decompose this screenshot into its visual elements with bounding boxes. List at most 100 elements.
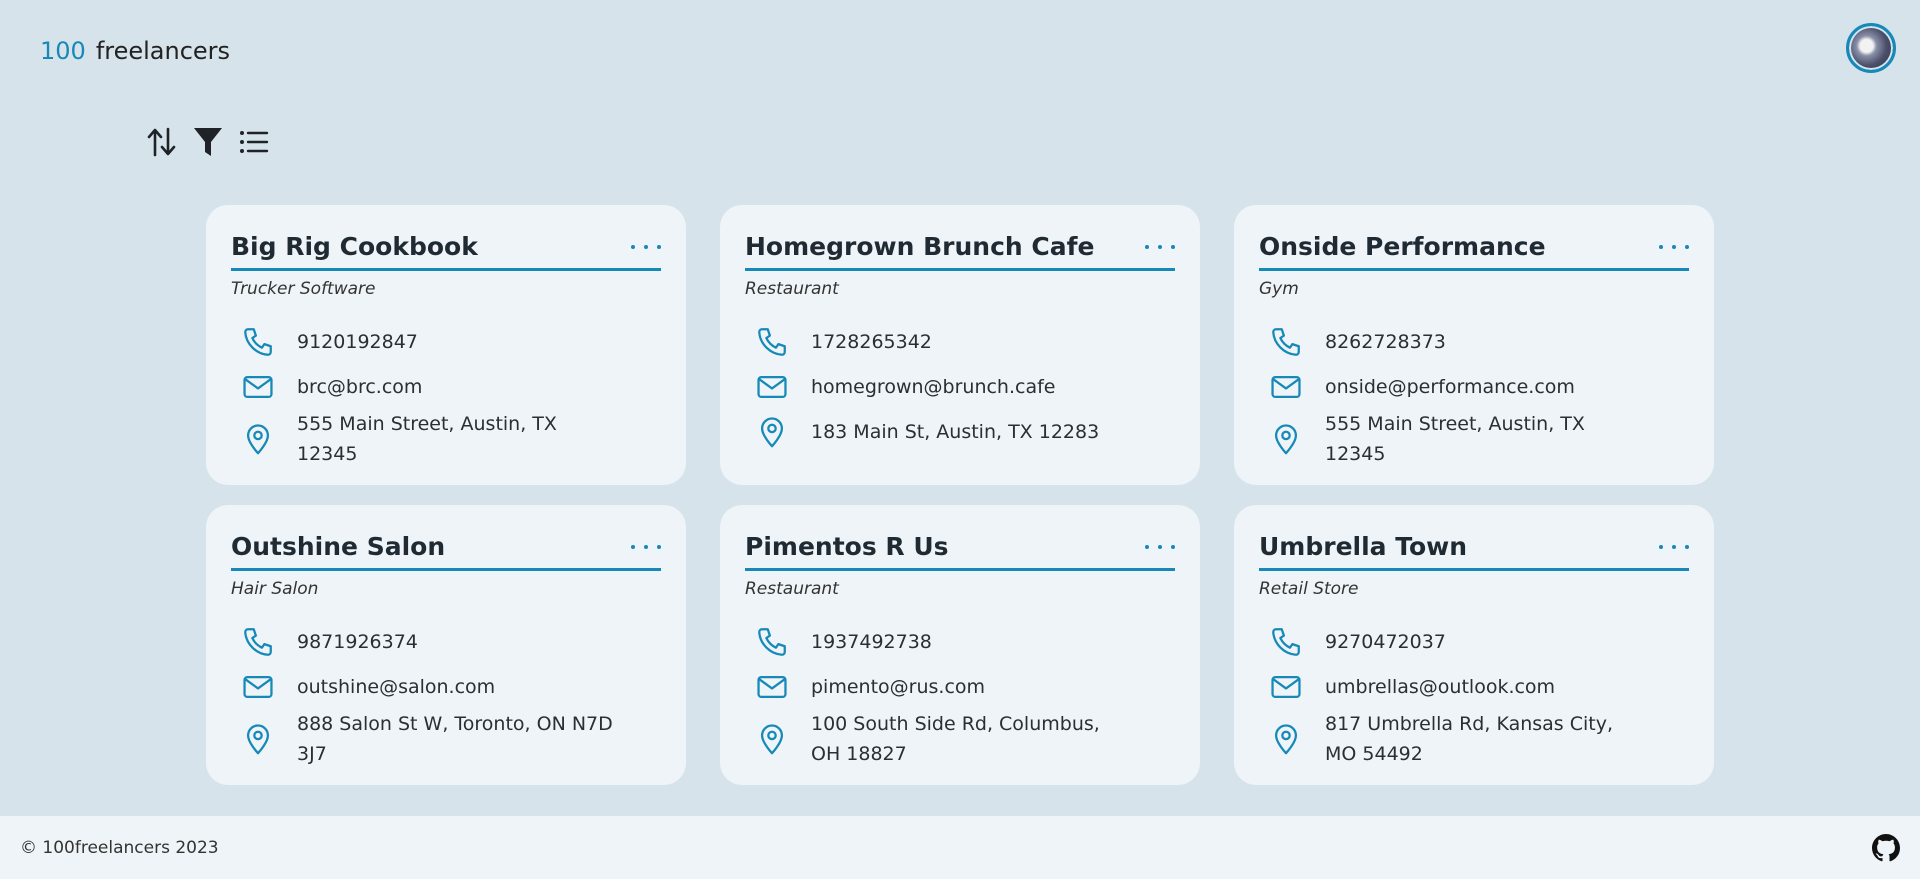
- address-row[interactable]: 100 South Side Rd, Columbus, OH 18827: [745, 709, 1175, 769]
- card-header: Umbrella Town: [1259, 529, 1689, 571]
- more-options-button[interactable]: [631, 235, 661, 259]
- freelancer-card[interactable]: Outshine Salon Hair Salon 9871926374 out…: [206, 505, 686, 785]
- dot-icon: [657, 544, 661, 549]
- dot-icon: [1659, 544, 1663, 549]
- list-view-button[interactable]: [238, 124, 270, 160]
- card-header: Outshine Salon: [231, 529, 661, 571]
- address-row[interactable]: 555 Main Street, Austin, TX 12345: [1259, 409, 1689, 469]
- street-address: 555 Main Street, Austin, TX 12345: [297, 413, 557, 465]
- card-header: Pimentos R Us: [745, 529, 1175, 571]
- card-title: Big Rig Cookbook: [231, 232, 478, 261]
- dot-icon: [1672, 244, 1676, 249]
- brand-word: freelancers: [95, 37, 231, 65]
- card-header: Onside Performance: [1259, 229, 1689, 271]
- address-row[interactable]: 555 Main Street, Austin, TX 12345: [231, 409, 661, 469]
- more-options-button[interactable]: [1145, 235, 1175, 259]
- phone-number: 9120192847: [297, 330, 418, 353]
- street-address: 888 Salon St W, Toronto, ON N7D 3J7: [297, 713, 613, 765]
- dot-icon: [1685, 544, 1689, 549]
- dot-icon: [1171, 544, 1175, 549]
- card-title: Onside Performance: [1259, 232, 1546, 261]
- phone-icon: [231, 625, 283, 659]
- address-row[interactable]: 817 Umbrella Rd, Kansas City, MO 54492: [1259, 709, 1689, 769]
- sort-arrows-icon: [147, 127, 176, 157]
- card-header: Homegrown Brunch Cafe: [745, 229, 1175, 271]
- filter-funnel-icon: [194, 128, 222, 156]
- location-pin-icon: [745, 415, 797, 449]
- dot-icon: [644, 544, 648, 549]
- card-title: Outshine Salon: [231, 532, 446, 561]
- street-address: 555 Main Street, Austin, TX 12345: [1325, 413, 1585, 465]
- email-row[interactable]: onside@performance.com: [1259, 364, 1689, 409]
- sort-button[interactable]: [146, 124, 178, 160]
- location-pin-icon: [231, 722, 283, 756]
- mail-icon: [231, 370, 283, 404]
- email-address: umbrellas@outlook.com: [1325, 675, 1556, 698]
- freelancer-card[interactable]: Umbrella Town Retail Store 9270472037 um…: [1234, 505, 1714, 785]
- email-row[interactable]: homegrown@brunch.cafe: [745, 364, 1175, 409]
- more-options-button[interactable]: [631, 535, 661, 559]
- dot-icon: [1685, 244, 1689, 249]
- mail-icon: [1259, 370, 1311, 404]
- phone-icon: [1259, 325, 1311, 359]
- card-business-type: Gym: [1259, 279, 1299, 299]
- phone-row[interactable]: 9871926374: [231, 619, 661, 664]
- address-row[interactable]: 183 Main St, Austin, TX 12283: [745, 409, 1175, 454]
- brand-logo[interactable]: 100 freelancers: [40, 36, 230, 66]
- phone-number: 9871926374: [297, 630, 418, 653]
- phone-icon: [745, 325, 797, 359]
- phone-row[interactable]: 9120192847: [231, 319, 661, 364]
- more-options-button[interactable]: [1145, 535, 1175, 559]
- mail-icon: [231, 670, 283, 704]
- address-row[interactable]: 888 Salon St W, Toronto, ON N7D 3J7: [231, 709, 661, 769]
- email-row[interactable]: umbrellas@outlook.com: [1259, 664, 1689, 709]
- email-row[interactable]: pimento@rus.com: [745, 664, 1175, 709]
- dot-icon: [1145, 244, 1149, 249]
- phone-number: 1728265342: [811, 330, 932, 353]
- email-row[interactable]: outshine@salon.com: [231, 664, 661, 709]
- phone-row[interactable]: 9270472037: [1259, 619, 1689, 664]
- location-pin-icon: [1259, 722, 1311, 756]
- card-title: Homegrown Brunch Cafe: [745, 232, 1095, 261]
- filter-button[interactable]: [192, 124, 224, 160]
- phone-row[interactable]: 8262728373: [1259, 319, 1689, 364]
- dot-icon: [631, 244, 635, 249]
- dot-icon: [631, 544, 635, 549]
- card-title: Umbrella Town: [1259, 532, 1468, 561]
- phone-number: 1937492738: [811, 630, 932, 653]
- phone-row[interactable]: 1937492738: [745, 619, 1175, 664]
- github-icon[interactable]: [1872, 834, 1900, 862]
- freelancer-card[interactable]: Homegrown Brunch Cafe Restaurant 1728265…: [720, 205, 1200, 485]
- dot-icon: [1145, 544, 1149, 549]
- dot-icon: [1672, 544, 1676, 549]
- mail-icon: [745, 370, 797, 404]
- dot-icon: [1659, 244, 1663, 249]
- mail-icon: [745, 670, 797, 704]
- user-avatar[interactable]: [1846, 23, 1896, 73]
- header: 100 freelancers: [0, 0, 1920, 100]
- location-pin-icon: [745, 722, 797, 756]
- dot-icon: [1158, 244, 1162, 249]
- dot-icon: [1171, 244, 1175, 249]
- more-options-button[interactable]: [1659, 535, 1689, 559]
- freelancer-card[interactable]: Big Rig Cookbook Trucker Software 912019…: [206, 205, 686, 485]
- street-address: 817 Umbrella Rd, Kansas City, MO 54492: [1325, 713, 1614, 765]
- phone-icon: [231, 325, 283, 359]
- email-address: pimento@rus.com: [811, 675, 986, 698]
- footer: © 100freelancers 2023: [0, 816, 1920, 879]
- card-business-type: Hair Salon: [231, 579, 319, 599]
- card-title: Pimentos R Us: [745, 532, 949, 561]
- freelancer-card[interactable]: Onside Performance Gym 8262728373 onside…: [1234, 205, 1714, 485]
- freelancer-card-grid: Big Rig Cookbook Trucker Software 912019…: [206, 205, 1714, 785]
- phone-number: 9270472037: [1325, 630, 1446, 653]
- email-row[interactable]: brc@brc.com: [231, 364, 661, 409]
- card-business-type: Restaurant: [745, 579, 839, 599]
- card-header: Big Rig Cookbook: [231, 229, 661, 271]
- freelancer-card[interactable]: Pimentos R Us Restaurant 1937492738 pime…: [720, 505, 1200, 785]
- copyright-text: © 100freelancers 2023: [20, 838, 219, 858]
- card-business-type: Retail Store: [1259, 579, 1359, 599]
- phone-number: 8262728373: [1325, 330, 1446, 353]
- phone-row[interactable]: 1728265342: [745, 319, 1175, 364]
- more-options-button[interactable]: [1659, 235, 1689, 259]
- brand-number: 100: [40, 37, 86, 65]
